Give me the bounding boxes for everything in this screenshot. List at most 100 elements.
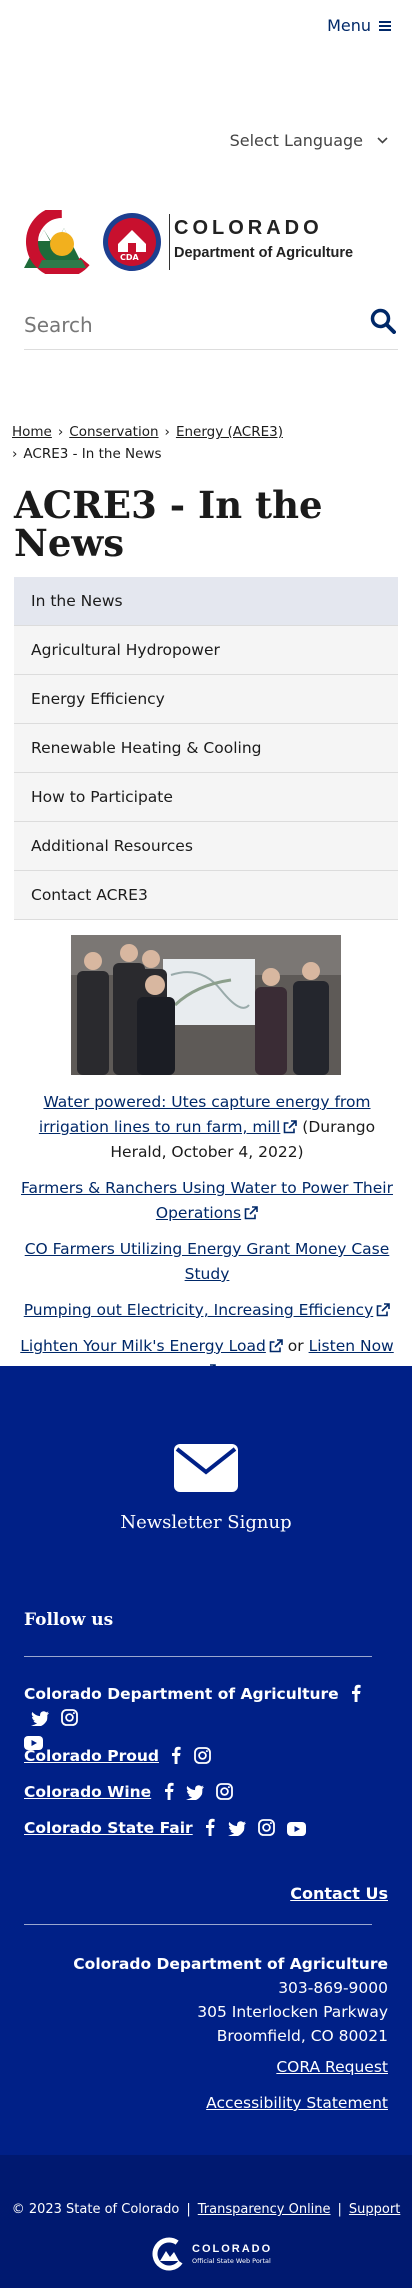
site-footer: Newsletter Signup Follow us Colorado Dep… — [0, 1366, 412, 2155]
chevron-down-icon — [377, 137, 388, 144]
nav-item-contact-acre3[interactable]: Contact ACRE3 — [14, 871, 398, 920]
article-link-text: Farmers & Ranchers Using Water to Power … — [21, 1179, 393, 1222]
portal-text: COLORADO Official State Web Portal — [192, 2243, 272, 2265]
breadcrumb-separator: › — [12, 446, 18, 462]
breadcrumb-separator: › — [164, 424, 170, 440]
news-item: Water powered: Utes capture energy from … — [12, 1090, 402, 1165]
footer-bottom-bar: © 2023 State of Colorado | Transparency On… — [0, 2155, 412, 2288]
breadcrumb-current: ACRE3 - In the News — [23, 446, 162, 462]
instagram-icon[interactable] — [258, 1819, 275, 1836]
article-link-text: Lighten Your Milk's Energy Load — [20, 1337, 266, 1355]
group-photo-image — [71, 935, 341, 1075]
nav-item-agricultural-hydropower[interactable]: Agricultural Hydropower — [14, 626, 398, 675]
external-link-icon — [244, 1206, 258, 1220]
breadcrumb-conservation[interactable]: Conservation — [69, 424, 158, 440]
newsletter-label: Newsletter Signup — [120, 1512, 292, 1533]
portal-subtitle: Official State Web Portal — [192, 2257, 271, 2265]
youtube-icon[interactable] — [287, 1822, 307, 1836]
social-link-colorado-proud[interactable]: Colorado Proud — [24, 1747, 159, 1765]
nav-item-in-the-news[interactable]: In the News — [14, 577, 398, 626]
page: Menu Select Language CDA COLORADO Depart… — [0, 0, 412, 2288]
news-list: Water powered: Utes capture energy from … — [12, 1090, 402, 1395]
nav-item-additional-resources[interactable]: Additional Resources — [14, 822, 398, 871]
state-portal-logo[interactable]: COLORADO Official State Web Portal — [152, 2237, 272, 2271]
accessibility-statement-link[interactable]: Accessibility Statement — [206, 2094, 388, 2112]
menu-label: Menu — [327, 16, 371, 35]
social-row-colorado-proud: Colorado Proud — [24, 1744, 384, 1768]
logo-subtitle: Department of Agriculture — [174, 245, 354, 261]
street-address: 305 Interlocken Parkway — [197, 2003, 388, 2021]
cora-request-link[interactable]: CORA Request — [276, 2058, 388, 2076]
language-selector[interactable]: Select Language — [230, 131, 388, 150]
twitter-icon[interactable] — [31, 1711, 49, 1726]
facebook-icon[interactable] — [171, 1746, 182, 1764]
support-link[interactable]: Support — [349, 2202, 400, 2217]
city-state-zip: Broomfield, CO 80021 — [216, 2027, 388, 2045]
facebook-icon[interactable] — [164, 1782, 174, 1800]
external-link-icon — [269, 1339, 283, 1353]
hamburger-icon — [379, 20, 391, 31]
breadcrumb-home[interactable]: Home — [12, 424, 52, 440]
listen-now-text: Listen Now — [308, 1337, 394, 1355]
divider — [24, 1656, 372, 1657]
article-link-pumping-out[interactable]: Pumping out Electricity, Increasing Effi… — [24, 1301, 391, 1319]
instagram-icon[interactable] — [216, 1783, 234, 1800]
envelope-icon — [174, 1444, 238, 1492]
copyright-row: © 2023 State of Colorado | Transparency On… — [0, 2202, 412, 2217]
logo-title: COLORADO — [174, 217, 323, 239]
instagram-icon[interactable] — [61, 1709, 79, 1726]
separator: | — [337, 2202, 342, 2217]
menu-button[interactable]: Menu — [327, 16, 391, 35]
newsletter-signup[interactable]: Newsletter Signup — [0, 1444, 412, 1533]
nav-item-renewable-heating-cooling[interactable]: Renewable Heating & Cooling — [14, 724, 398, 773]
cda-badge-icon — [103, 213, 161, 271]
article-link-farmers-ranchers[interactable]: Farmers & Ranchers Using Water to Power … — [21, 1179, 393, 1222]
news-item: CO Farmers Utilizing Energy Grant Money … — [12, 1237, 402, 1287]
logo-divider — [169, 214, 170, 270]
facebook-icon[interactable] — [205, 1818, 215, 1836]
contact-us-link[interactable]: Contact Us — [290, 1884, 388, 1903]
external-link-icon — [376, 1303, 391, 1317]
external-link-icon — [284, 1120, 298, 1134]
instagram-icon[interactable] — [193, 1747, 211, 1764]
nav-item-energy-efficiency[interactable]: Energy Efficiency — [14, 675, 398, 724]
site-logo[interactable]: CDA COLORADO Department of Agriculture — [24, 210, 384, 274]
article-link-milk-energy[interactable]: Lighten Your Milk's Energy Load — [20, 1337, 283, 1355]
portal-title: COLORADO — [192, 2243, 273, 2255]
logo-text: COLORADO Department of Agriculture — [174, 217, 353, 261]
separator: | — [186, 2202, 191, 2217]
breadcrumb: Home › Conservation › Energy (ACRE3) › ACRE3 … — [12, 421, 402, 465]
twitter-icon[interactable] — [186, 1785, 204, 1800]
search-icon — [370, 308, 396, 334]
top-bar: Menu — [0, 0, 412, 52]
news-item: Pumping out Electricity, Increasing Effi… — [12, 1298, 402, 1323]
facebook-icon[interactable] — [351, 1684, 361, 1702]
colorado-mountain-logo-icon — [24, 210, 98, 274]
divider — [24, 1924, 372, 1925]
follow-us-heading: Follow us — [24, 1610, 114, 1630]
social-row-colorado-state-fair: Colorado State Fair — [24, 1816, 384, 1840]
social-row-colorado-wine: Colorado Wine — [24, 1780, 384, 1804]
logo-badge-text: CDA — [120, 253, 139, 262]
org-name: Colorado Department of Agriculture — [73, 1955, 388, 1973]
phone-number: 303-869-9000 — [278, 1979, 388, 1997]
social-link-colorado-wine[interactable]: Colorado Wine — [24, 1783, 151, 1801]
social-link-colorado-state-fair[interactable]: Colorado State Fair — [24, 1819, 193, 1837]
twitter-icon[interactable] — [227, 1821, 246, 1836]
contact-address: Colorado Department of Agriculture 303-8… — [73, 1952, 388, 2048]
search-input[interactable] — [24, 312, 344, 337]
language-label: Select Language — [229, 131, 363, 150]
copyright-text: © 2023 State of Colorado — [11, 2202, 180, 2217]
group-photo — [71, 935, 341, 1075]
article-link-case-study[interactable]: CO Farmers Utilizing Energy Grant Money … — [25, 1240, 390, 1283]
nav-item-how-to-participate[interactable]: How to Participate — [14, 773, 398, 822]
search-button[interactable] — [370, 308, 396, 338]
social-link-cda[interactable]: Colorado Department of Agriculture — [24, 1685, 339, 1703]
page-title: ACRE3 - In the News — [14, 483, 323, 565]
breadcrumb-energy[interactable]: Energy (ACRE3) — [176, 424, 283, 440]
colorado-c-logo-icon — [152, 2237, 186, 2271]
or-text: or — [287, 1337, 304, 1355]
article-link-text: Pumping out Electricity, Increasing Effi… — [23, 1301, 374, 1319]
transparency-online-link[interactable]: Transparency Online — [198, 2202, 331, 2217]
search-bar — [24, 300, 398, 350]
